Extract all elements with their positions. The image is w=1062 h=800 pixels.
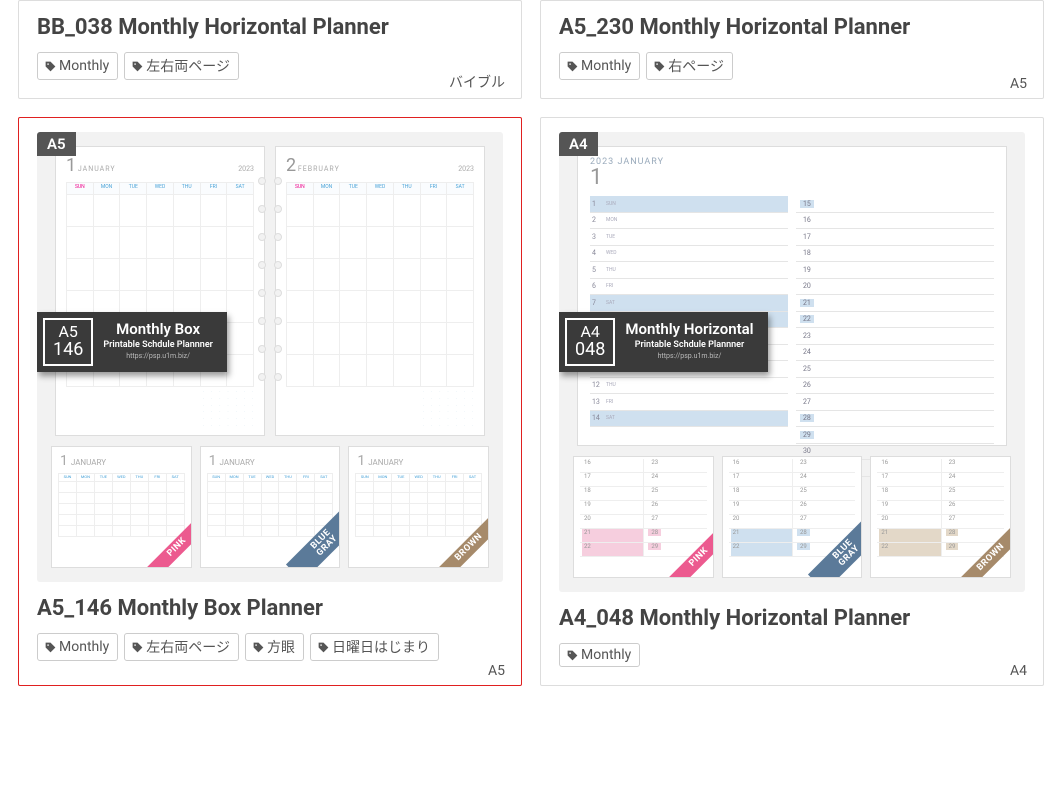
thumbnail[interactable]: 1623172418251926202721282229BROWN xyxy=(870,456,1011,578)
mini-calendar: ········································… xyxy=(200,389,256,429)
tag-icon xyxy=(131,60,144,73)
tag-right-page[interactable]: 右ページ xyxy=(646,52,733,80)
size-badge: A4 xyxy=(559,132,598,156)
binder-holes xyxy=(274,177,282,381)
tag-list: Monthly 右ページ xyxy=(559,52,1025,80)
size-label: A5 xyxy=(488,663,505,679)
tag-list: Monthly 左右両ページ 方眼 日曜日はじまり xyxy=(37,633,503,661)
tag-monthly[interactable]: Monthly xyxy=(559,52,640,80)
tag-icon xyxy=(653,60,666,73)
overlay-label: A4 048 Monthly Horizontal Printable Schd… xyxy=(559,312,768,372)
preview-page: 2023 JANUARY 1 1SUN2MON3TUE4WED5THU6FRI7… xyxy=(577,146,1007,446)
tag-monthly[interactable]: Monthly xyxy=(37,633,118,661)
tag-monthly[interactable]: Monthly xyxy=(37,52,118,80)
overlay-label: A5 146 Monthly Box Printable Schdule Pla… xyxy=(37,312,227,372)
tag-sunday-start[interactable]: 日曜日はじまり xyxy=(310,633,439,661)
tag-list: Monthly 左右両ページ xyxy=(37,52,503,80)
preview-page-right: 2 FEBRUARY 2023 SUNMONTUEWEDTHUFRISAT ··… xyxy=(275,146,485,436)
size-badge: A5 xyxy=(37,132,76,156)
preview-page-left: 1 JANUARY 2023 SUNMONTUEWEDTHUFRISAT ···… xyxy=(55,146,265,436)
card-title: A4_048 Monthly Horizontal Planner xyxy=(559,606,1025,631)
tag-monthly[interactable]: Monthly xyxy=(559,643,640,667)
thumbnail[interactable]: 1JANUARYSUNMONTUEWEDTHUFRISATBLUEGRAY xyxy=(200,446,341,568)
tag-icon xyxy=(131,641,144,654)
card-title: A5_230 Monthly Horizontal Planner xyxy=(559,15,1025,40)
tag-icon xyxy=(252,641,265,654)
tag-icon xyxy=(566,649,579,662)
tag-icon xyxy=(317,641,330,654)
thumbnail-row: 1623172418251926202721282229PINK16231724… xyxy=(573,456,1011,578)
thumbnail-row: 1JANUARYSUNMONTUEWEDTHUFRISATPINK1JANUAR… xyxy=(51,446,489,568)
tag-icon xyxy=(44,60,57,73)
size-label: A5 xyxy=(1010,76,1027,92)
tag-both-pages[interactable]: 左右両ページ xyxy=(124,633,239,661)
calendar-grid: SUNMONTUEWEDTHUFRISAT xyxy=(286,182,474,387)
card-title: BB_038 Monthly Horizontal Planner xyxy=(37,15,503,40)
tag-icon xyxy=(44,641,57,654)
planner-card[interactable]: A4 2023 JANUARY 1 1SUN2MON3TUE4WED5THU6F… xyxy=(540,117,1044,686)
mini-calendar: ········································… xyxy=(420,389,476,429)
thumbnail[interactable]: 1JANUARYSUNMONTUEWEDTHUFRISATBROWN xyxy=(348,446,489,568)
planner-card-selected[interactable]: A5 1 JANUARY 2023 SUNMONTUEWEDTHUFRISAT … xyxy=(18,117,522,686)
planner-card[interactable]: BB_038 Monthly Horizontal Planner Monthl… xyxy=(18,0,522,99)
thumbnail[interactable]: 1623172418251926202721282229PINK xyxy=(573,456,714,578)
size-label: バイブル xyxy=(449,72,505,92)
card-title: A5_146 Monthly Box Planner xyxy=(37,596,503,621)
binder-holes xyxy=(258,177,266,381)
preview-pages: 2023 JANUARY 1 1SUN2MON3TUE4WED5THU6FRI7… xyxy=(573,146,1011,446)
preview-pages: 1 JANUARY 2023 SUNMONTUEWEDTHUFRISAT ···… xyxy=(51,146,489,436)
tag-grid[interactable]: 方眼 xyxy=(245,633,304,661)
planner-card[interactable]: A5_230 Monthly Horizontal Planner Monthl… xyxy=(540,0,1044,99)
size-label: A4 xyxy=(1010,663,1027,679)
thumbnail[interactable]: 1JANUARYSUNMONTUEWEDTHUFRISATPINK xyxy=(51,446,192,568)
preview-area: A5 1 JANUARY 2023 SUNMONTUEWEDTHUFRISAT … xyxy=(37,132,503,582)
tag-list: Monthly xyxy=(559,643,1025,667)
thumbnail[interactable]: 1623172418251926202721282229BLUEGRAY xyxy=(722,456,863,578)
preview-area: A4 2023 JANUARY 1 1SUN2MON3TUE4WED5THU6F… xyxy=(559,132,1025,592)
tag-icon xyxy=(566,60,579,73)
tag-both-pages[interactable]: 左右両ページ xyxy=(124,52,239,80)
